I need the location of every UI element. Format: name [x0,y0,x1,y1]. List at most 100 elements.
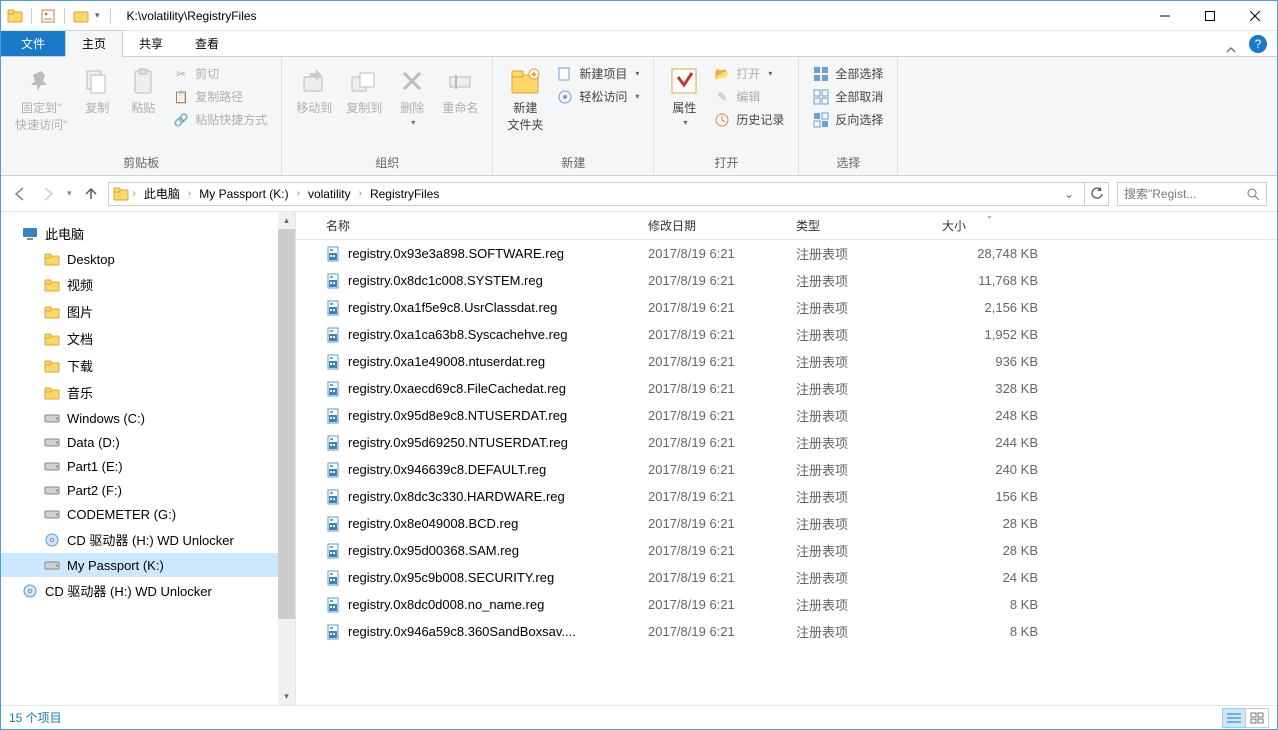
address-bar[interactable]: › 此电脑 › My Passport (K:) › volatility › … [108,182,1085,206]
collapse-ribbon-icon[interactable] [1217,44,1245,56]
minimize-button[interactable] [1142,1,1187,30]
qat-properties-icon[interactable] [40,8,56,24]
reg-file-icon [326,246,342,262]
help-icon[interactable]: ? [1249,35,1267,53]
column-name[interactable]: 名称 [314,212,636,239]
back-button[interactable] [11,185,29,203]
table-row[interactable]: registry.0x8e049008.BCD.reg2017/8/19 6:2… [296,510,1277,537]
rename-button[interactable]: 重命名 [436,61,484,120]
table-row[interactable]: registry.0x95d00368.SAM.reg2017/8/19 6:2… [296,537,1277,564]
table-row[interactable]: registry.0x8dc0d008.no_name.reg2017/8/19… [296,591,1277,618]
cell-name: registry.0x946a59c8.360SandBoxsav.... [314,624,636,640]
pin-icon [25,65,57,97]
maximize-button[interactable] [1187,1,1232,30]
copy-to-button[interactable]: 复制到 [340,61,388,120]
tree-item[interactable]: Part2 (F:) [1,478,295,502]
cell-name: registry.0x946639c8.DEFAULT.reg [314,462,636,478]
table-row[interactable]: registry.0x946a59c8.360SandBoxsav....201… [296,618,1277,645]
tree-item[interactable]: Desktop [1,247,295,271]
column-type[interactable]: 类型 [784,212,930,239]
select-all-button[interactable]: 全部选择 [807,63,889,84]
tree-item[interactable]: 此电脑 [1,220,295,247]
breadcrumb-3[interactable]: RegistryFiles [366,185,443,203]
easy-access-button[interactable]: 轻松访问▾ [551,86,645,107]
new-folder-button[interactable]: ✦ 新建 文件夹 [501,61,549,137]
cell-date: 2017/8/19 6:21 [636,354,784,369]
reg-file-icon [326,543,342,559]
table-row[interactable]: registry.0xa1e49008.ntuserdat.reg2017/8/… [296,348,1277,375]
path-icon: 📋 [173,89,189,105]
vertical-scrollbar[interactable]: ▴▾ [278,212,295,705]
tree-item[interactable]: 下载 [1,352,295,379]
large-icons-view-button[interactable] [1245,708,1269,728]
table-row[interactable]: registry.0x95c9b008.SECURITY.reg2017/8/1… [296,564,1277,591]
chevron-right-icon[interactable]: › [295,188,302,199]
tree-item-label: CD 驱动器 (H:) WD Unlocker [67,530,234,549]
select-none-button[interactable]: 全部取消 [807,86,889,107]
tab-share[interactable]: 共享 [123,31,179,56]
tree-item[interactable]: CODEMETER (G:) [1,502,295,526]
qat-newfolder-icon[interactable] [73,8,89,24]
tree-item[interactable]: CD 驱动器 (H:) WD Unlocker [1,526,295,553]
address-dropdown-icon[interactable]: ⌄ [1058,187,1080,201]
table-row[interactable]: registry.0x95d69250.NTUSERDAT.reg2017/8/… [296,429,1277,456]
scroll-down-icon[interactable]: ▾ [278,688,295,705]
details-view-button[interactable] [1222,708,1246,728]
invert-selection-button[interactable]: 反向选择 [807,109,889,130]
table-row[interactable]: registry.0x8dc3c330.HARDWARE.reg2017/8/1… [296,483,1277,510]
search-input[interactable]: 搜索"Regist... [1117,182,1267,206]
delete-button[interactable]: 删除▾ [390,61,434,131]
edit-button[interactable]: ✎编辑 [708,86,790,107]
chevron-right-icon[interactable]: › [357,188,364,199]
table-row[interactable]: registry.0x95d8e9c8.NTUSERDAT.reg2017/8/… [296,402,1277,429]
table-row[interactable]: registry.0xa1ca63b8.Syscachehve.reg2017/… [296,321,1277,348]
breadcrumb-1[interactable]: My Passport (K:) [195,185,292,203]
up-button[interactable] [82,185,100,203]
chevron-right-icon[interactable]: › [131,188,138,199]
tree-item[interactable]: Windows (C:) [1,406,295,430]
tree-item[interactable]: 文档 [1,325,295,352]
scroll-up-icon[interactable]: ▴ [278,212,295,229]
column-size[interactable]: ⌄大小 [930,212,1050,239]
properties-button[interactable]: 属性▾ [662,61,706,131]
breadcrumb-0[interactable]: 此电脑 [140,183,184,204]
tree-item[interactable]: Part1 (E:) [1,454,295,478]
table-row[interactable]: registry.0x946639c8.DEFAULT.reg2017/8/19… [296,456,1277,483]
tab-file[interactable]: 文件 [1,31,65,56]
scroll-thumb[interactable] [278,229,295,619]
column-date[interactable]: 修改日期 [636,212,784,239]
open-button[interactable]: 📂打开▾ [708,63,790,84]
refresh-button[interactable] [1085,182,1109,206]
close-button[interactable] [1232,1,1277,30]
breadcrumb-2[interactable]: volatility [304,185,355,203]
copy-path-button[interactable]: 📋复制路径 [167,86,273,107]
new-item-button[interactable]: 新建项目▾ [551,63,645,84]
qat-dropdown-icon[interactable]: ▾ [93,10,102,21]
recent-dropdown-icon[interactable]: ▾ [67,188,72,199]
tree-item[interactable]: 音乐 [1,379,295,406]
tree-item[interactable]: Data (D:) [1,430,295,454]
table-row[interactable]: registry.0xaecd69c8.FileCachedat.reg2017… [296,375,1277,402]
table-row[interactable]: registry.0x93e3a898.SOFTWARE.reg2017/8/1… [296,240,1277,267]
history-button[interactable]: 历史记录 [708,109,790,130]
tree-item[interactable]: My Passport (K:) [1,553,295,577]
tree-item[interactable]: CD 驱动器 (H:) WD Unlocker [1,577,295,604]
forward-button[interactable] [39,185,57,203]
cut-button[interactable]: ✂剪切 [167,63,273,84]
tree-item[interactable]: 视频 [1,271,295,298]
table-row[interactable]: registry.0x8dc1c008.SYSTEM.reg2017/8/19 … [296,267,1277,294]
move-to-button[interactable]: 移动到 [290,61,338,120]
chevron-right-icon[interactable]: › [186,188,193,199]
tab-view[interactable]: 查看 [179,31,235,56]
paste-button[interactable]: 粘贴 [121,61,165,120]
tree-item[interactable]: 图片 [1,298,295,325]
cell-date: 2017/8/19 6:21 [636,381,784,396]
edit-icon: ✎ [714,89,730,105]
paste-shortcut-button[interactable]: 🔗粘贴快捷方式 [167,109,273,130]
pin-button[interactable]: 固定到" 快速访问" [9,61,73,137]
cell-name: registry.0x8dc3c330.HARDWARE.reg [314,489,636,505]
copy-button[interactable]: 复制 [75,61,119,120]
table-row[interactable]: registry.0xa1f5e9c8.UsrClassdat.reg2017/… [296,294,1277,321]
cell-date: 2017/8/19 6:21 [636,516,784,531]
tab-home[interactable]: 主页 [65,30,123,57]
